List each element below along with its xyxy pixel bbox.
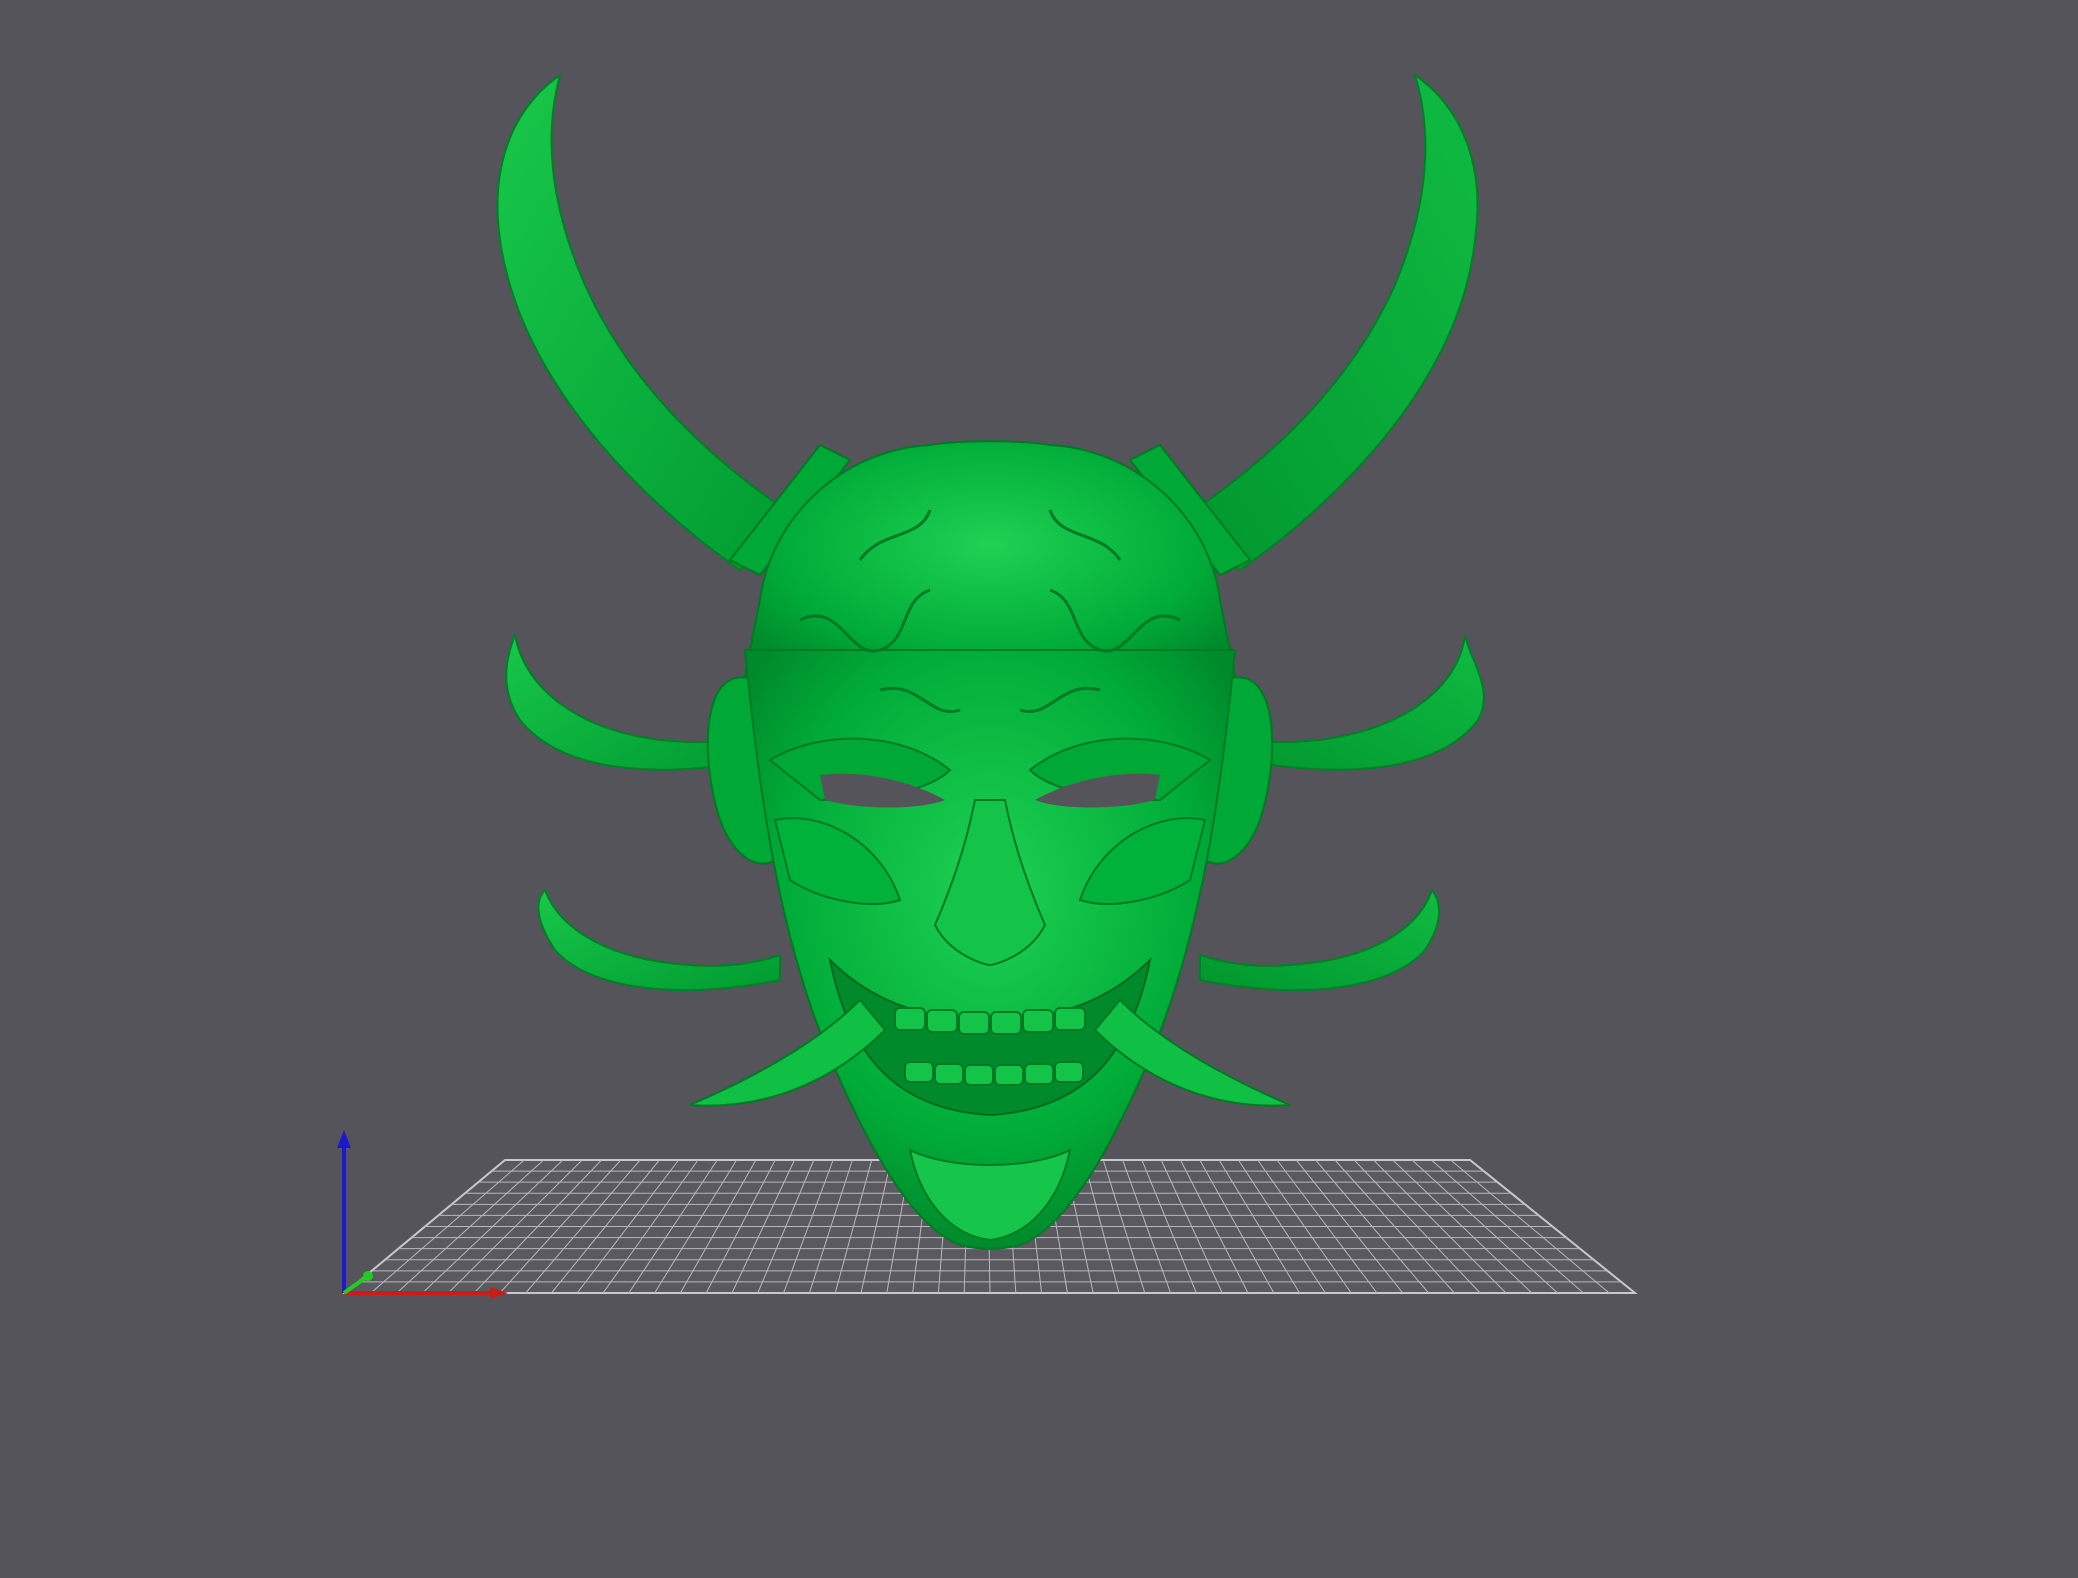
mask-model[interactable] — [496, 72, 1485, 1250]
z-axis-arrow-icon — [337, 1130, 351, 1148]
left-lower-side-horn — [537, 888, 781, 991]
y-axis-arrow-icon — [363, 1271, 373, 1281]
3d-viewport[interactable] — [0, 0, 2078, 1578]
right-lower-side-horn — [1199, 887, 1440, 991]
left-main-horn — [496, 72, 802, 572]
scene-svg — [337, 72, 1638, 1299]
right-main-horn — [1178, 72, 1479, 572]
